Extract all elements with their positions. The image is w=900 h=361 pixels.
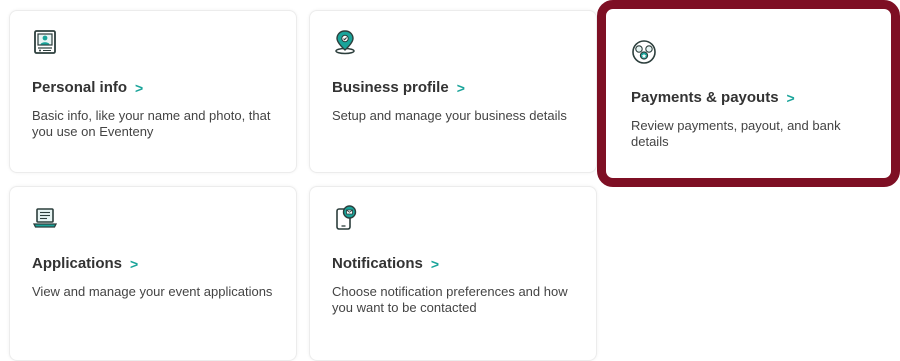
card-title: Business profile <box>332 79 449 96</box>
card-description: Setup and manage your business details <box>332 108 567 123</box>
location-pin-icon <box>335 30 355 55</box>
chevron-right-icon: > <box>430 255 440 272</box>
laptop-icon <box>32 208 58 228</box>
card-title: Personal info <box>32 79 128 96</box>
card-title: Payments & payouts <box>631 89 779 106</box>
card-description: Basic info, like your name and photo, th… <box>32 108 271 139</box>
applications-card[interactable]: Applications > View and manage your even… <box>9 186 297 361</box>
notifications-card[interactable]: Notifications > Choose notification pref… <box>309 186 597 361</box>
card-title: Applications <box>32 255 123 272</box>
chevron-right-icon: > <box>786 89 795 106</box>
business-profile-card[interactable]: Business profile > Setup and manage your… <box>309 10 597 173</box>
chevron-right-icon: > <box>135 79 144 96</box>
payments-icon <box>632 40 656 64</box>
chevron-right-icon: > <box>130 255 139 272</box>
card-description: Review payments, payout, and bank detail… <box>631 118 841 149</box>
id-badge-icon <box>34 30 56 54</box>
payments-payouts-card[interactable]: Payments & payouts > Review payments, pa… <box>597 0 900 187</box>
personal-info-card[interactable]: Personal info > Basic info, like your na… <box>9 10 297 173</box>
chevron-right-icon: > <box>456 79 465 96</box>
phone-notification-icon <box>336 205 357 230</box>
card-title: Notifications <box>332 255 423 272</box>
card-description: Choose notification preferences and how … <box>332 284 568 315</box>
card-description: View and manage your event applications <box>32 284 273 299</box>
